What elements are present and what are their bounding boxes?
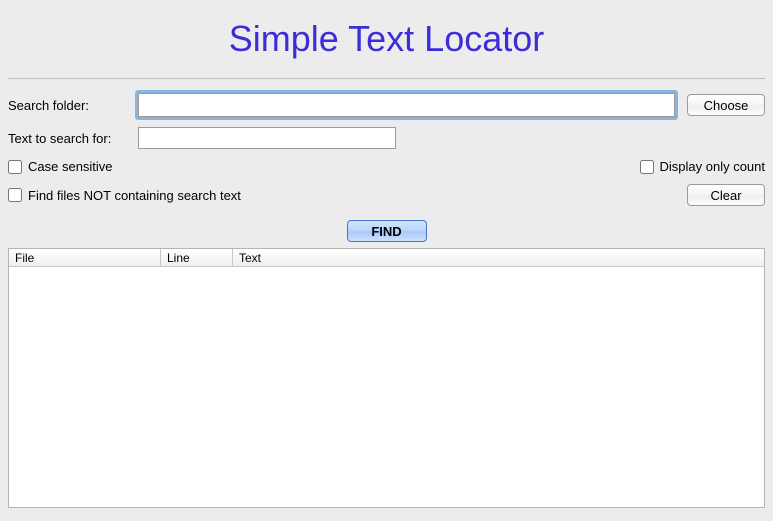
search-folder-label: Search folder: — [8, 98, 138, 113]
find-not-containing-label: Find files NOT containing search text — [28, 188, 241, 203]
results-header: File Line Text — [9, 249, 764, 267]
divider — [8, 78, 765, 79]
clear-button[interactable]: Clear — [687, 184, 765, 206]
case-sensitive-label: Case sensitive — [28, 159, 113, 174]
column-header-line[interactable]: Line — [161, 249, 233, 266]
text-to-search-label: Text to search for: — [8, 131, 138, 146]
find-not-containing-checkbox[interactable] — [8, 188, 22, 202]
find-not-containing-option[interactable]: Find files NOT containing search text — [8, 188, 241, 203]
display-only-count-label: Display only count — [660, 159, 766, 174]
results-table: File Line Text — [8, 248, 765, 508]
find-button[interactable]: FIND — [347, 220, 427, 242]
app-title: Simple Text Locator — [8, 18, 765, 60]
case-sensitive-checkbox[interactable] — [8, 160, 22, 174]
case-sensitive-option[interactable]: Case sensitive — [8, 159, 113, 174]
display-only-count-option[interactable]: Display only count — [640, 159, 766, 174]
text-to-search-input[interactable] — [138, 127, 396, 149]
choose-button[interactable]: Choose — [687, 94, 765, 116]
display-only-count-checkbox[interactable] — [640, 160, 654, 174]
column-header-file[interactable]: File — [9, 249, 161, 266]
search-folder-input[interactable] — [138, 93, 675, 117]
column-header-text[interactable]: Text — [233, 249, 764, 266]
